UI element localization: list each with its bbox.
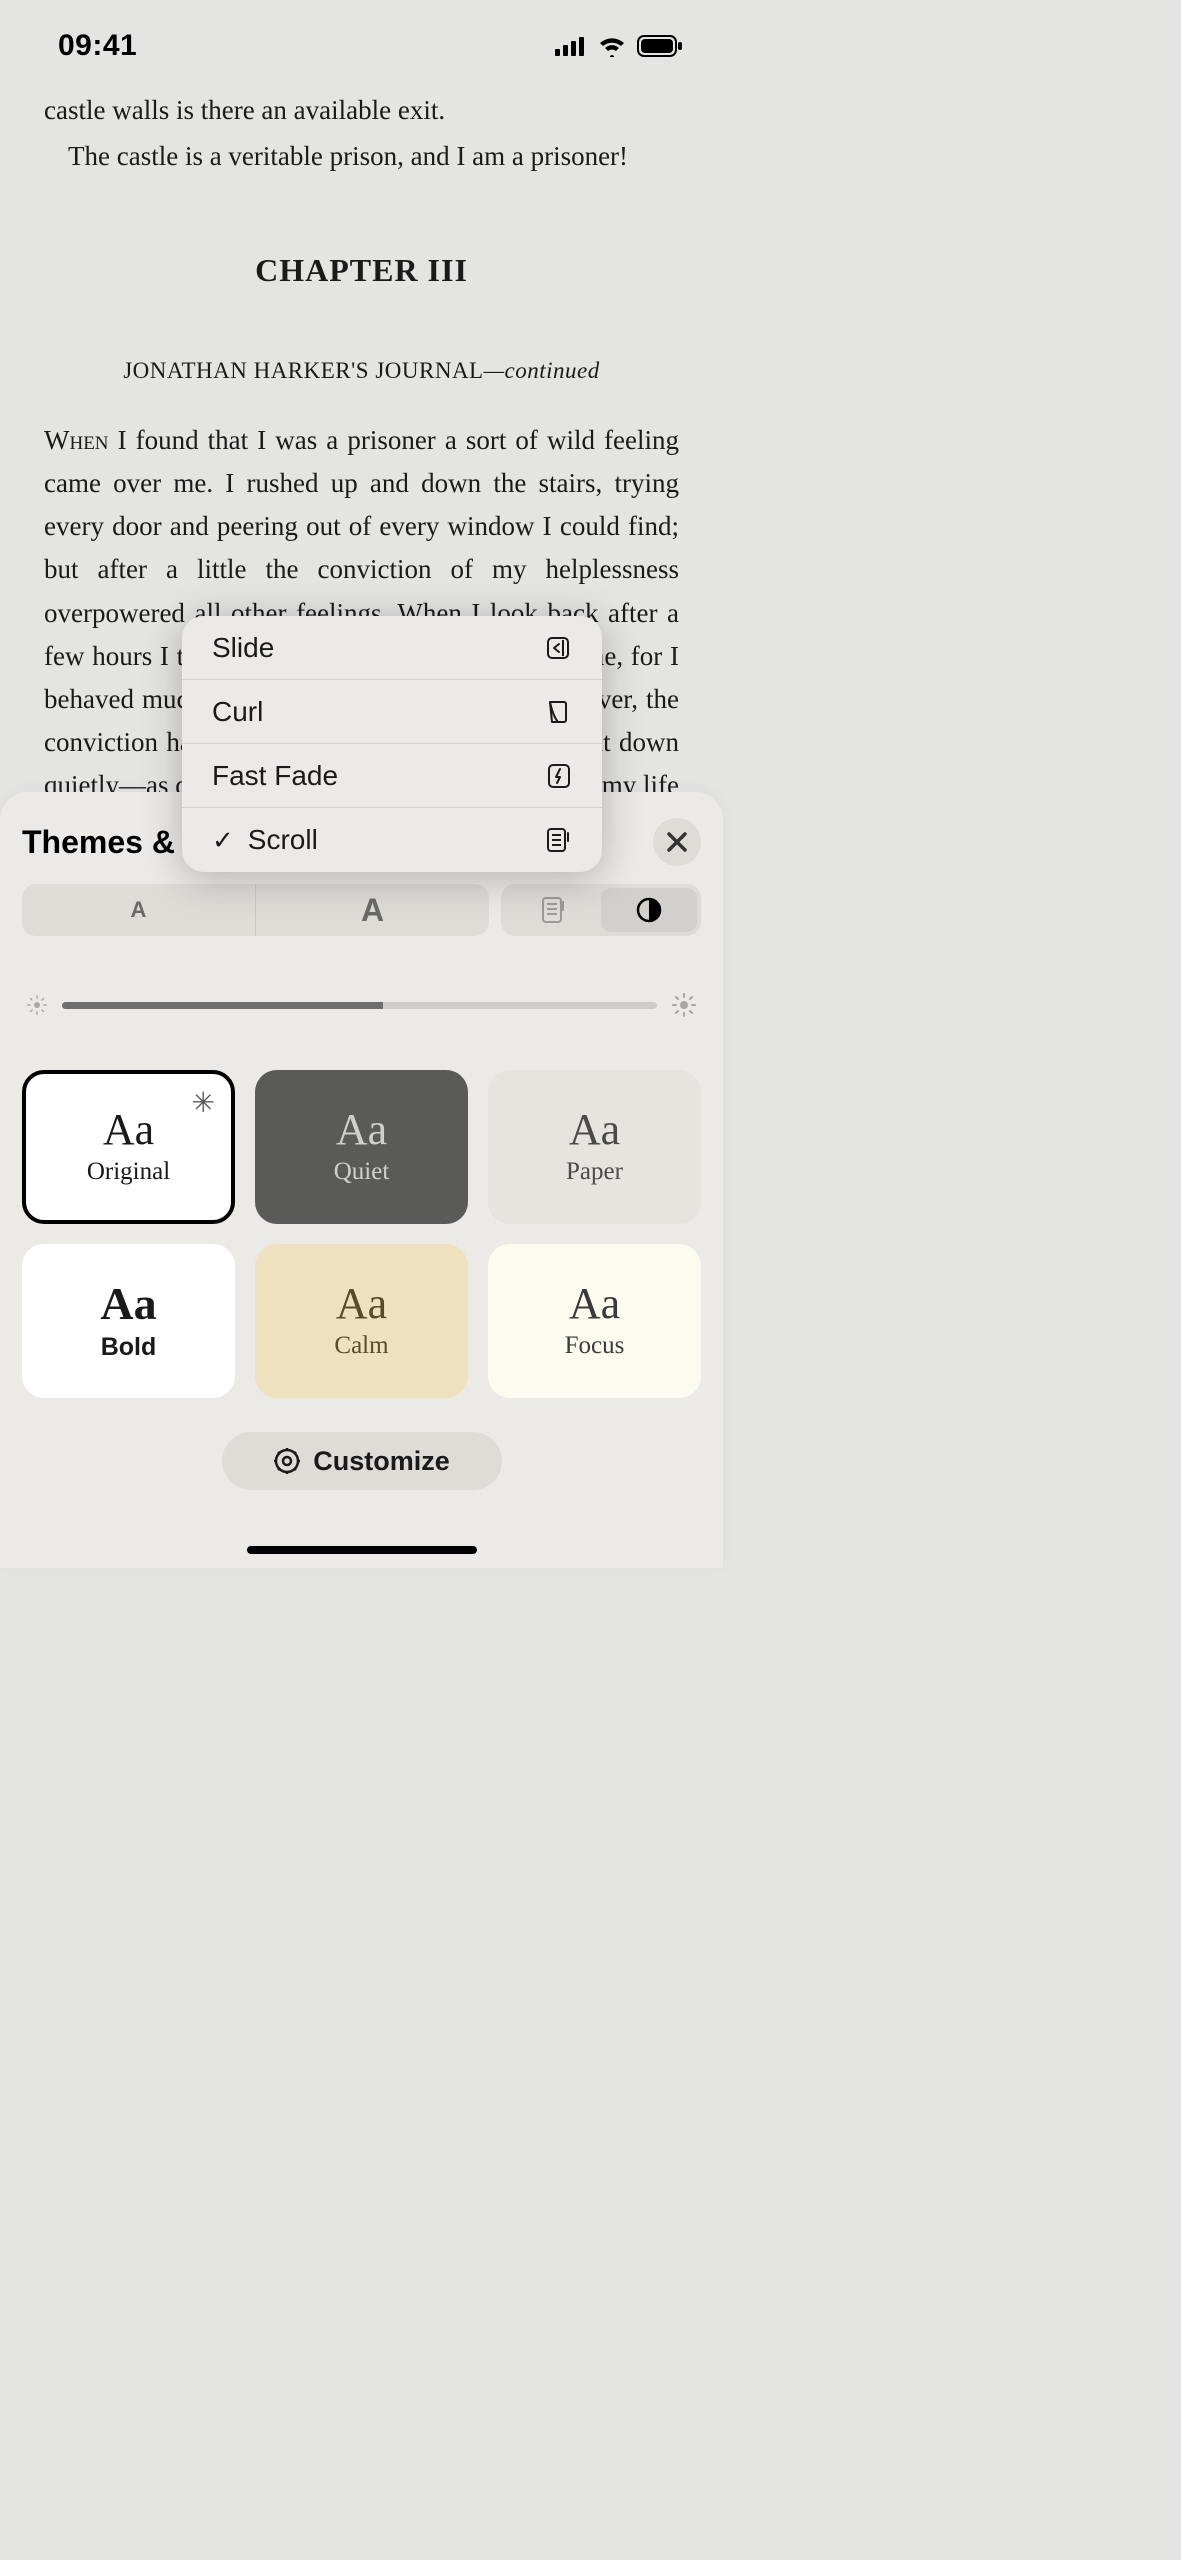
slide-icon bbox=[544, 634, 572, 662]
popover-item-slide[interactable]: Slide bbox=[182, 616, 602, 680]
book-line: castle walls is there an available exit. bbox=[44, 90, 679, 132]
brightness-fill bbox=[62, 1002, 383, 1009]
dark-mode-option[interactable] bbox=[601, 888, 697, 932]
sun-high-icon bbox=[671, 992, 697, 1018]
subtitle-main: JONATHAN HARKER'S JOURNAL bbox=[123, 358, 483, 383]
theme-sample: Aa bbox=[100, 1281, 156, 1327]
theme-sample: Aa bbox=[103, 1108, 154, 1152]
theme-grid: ✳︎ Aa Original Aa Quiet Aa Paper Aa Bold… bbox=[22, 1070, 701, 1398]
segmented-row: A A bbox=[22, 884, 701, 936]
wifi-icon bbox=[597, 35, 627, 57]
close-button[interactable] bbox=[653, 818, 701, 866]
page-icon bbox=[541, 896, 565, 924]
gear-icon bbox=[273, 1447, 301, 1475]
theme-paper[interactable]: Aa Paper bbox=[488, 1070, 701, 1224]
status-time: 09:41 bbox=[58, 29, 137, 63]
chapter-title: CHAPTER III bbox=[44, 246, 679, 296]
scroll-icon bbox=[544, 826, 572, 854]
theme-bold[interactable]: Aa Bold bbox=[22, 1244, 235, 1398]
curl-icon bbox=[544, 698, 572, 726]
brightness-slider[interactable] bbox=[22, 992, 701, 1018]
chapter-subtitle: JONATHAN HARKER'S JOURNAL—continued bbox=[44, 353, 679, 389]
popover-label: Scroll bbox=[248, 824, 318, 856]
theme-label: Paper bbox=[566, 1158, 623, 1186]
theme-label: Focus bbox=[565, 1332, 625, 1360]
check-icon: ✓ bbox=[212, 825, 234, 856]
popover-label: Slide bbox=[212, 632, 274, 664]
star-icon: ✳︎ bbox=[192, 1086, 215, 1120]
subtitle-tail: —continued bbox=[484, 358, 600, 383]
sun-low-icon bbox=[26, 994, 48, 1016]
font-larger-button[interactable]: A bbox=[256, 884, 489, 936]
body-first-word: When bbox=[44, 425, 109, 455]
popover-label: Fast Fade bbox=[212, 760, 338, 792]
cellular-icon bbox=[555, 36, 587, 56]
status-bar: 09:41 bbox=[0, 0, 723, 70]
page-turn-popover: Slide Curl Fast Fade ✓ Scroll bbox=[182, 616, 602, 872]
theme-original[interactable]: ✳︎ Aa Original bbox=[22, 1070, 235, 1224]
theme-sample: Aa bbox=[336, 1108, 387, 1152]
theme-label: Quiet bbox=[334, 1158, 390, 1186]
brightness-track bbox=[62, 1002, 657, 1009]
theme-sample: Aa bbox=[569, 1282, 620, 1326]
popover-item-scroll[interactable]: ✓ Scroll bbox=[182, 808, 602, 872]
customize-button[interactable]: Customize bbox=[222, 1432, 502, 1490]
view-mode-segmented bbox=[501, 884, 701, 936]
customize-label: Customize bbox=[313, 1446, 450, 1477]
font-size-segmented: A A bbox=[22, 884, 489, 936]
popover-item-curl[interactable]: Curl bbox=[182, 680, 602, 744]
book-line: The castle is a veritable prison, and I … bbox=[44, 136, 679, 178]
status-icons bbox=[555, 35, 683, 57]
themes-panel: Themes & A A ✳︎ bbox=[0, 792, 723, 1568]
contrast-icon bbox=[635, 896, 663, 924]
font-smaller-button[interactable]: A bbox=[22, 884, 256, 936]
theme-label: Original bbox=[87, 1158, 170, 1186]
theme-sample: Aa bbox=[569, 1108, 620, 1152]
theme-label: Calm bbox=[334, 1332, 388, 1360]
theme-calm[interactable]: Aa Calm bbox=[255, 1244, 468, 1398]
theme-focus[interactable]: Aa Focus bbox=[488, 1244, 701, 1398]
battery-icon bbox=[637, 35, 683, 57]
theme-quiet[interactable]: Aa Quiet bbox=[255, 1070, 468, 1224]
scroll-mode-option[interactable] bbox=[505, 888, 601, 932]
theme-sample: Aa bbox=[336, 1282, 387, 1326]
theme-label: Bold bbox=[101, 1333, 157, 1362]
panel-title: Themes & bbox=[22, 824, 175, 861]
popover-item-fastfade[interactable]: Fast Fade bbox=[182, 744, 602, 808]
home-indicator[interactable] bbox=[247, 1546, 477, 1554]
close-icon bbox=[666, 831, 688, 853]
popover-label: Curl bbox=[212, 696, 263, 728]
fastfade-icon bbox=[546, 762, 572, 790]
